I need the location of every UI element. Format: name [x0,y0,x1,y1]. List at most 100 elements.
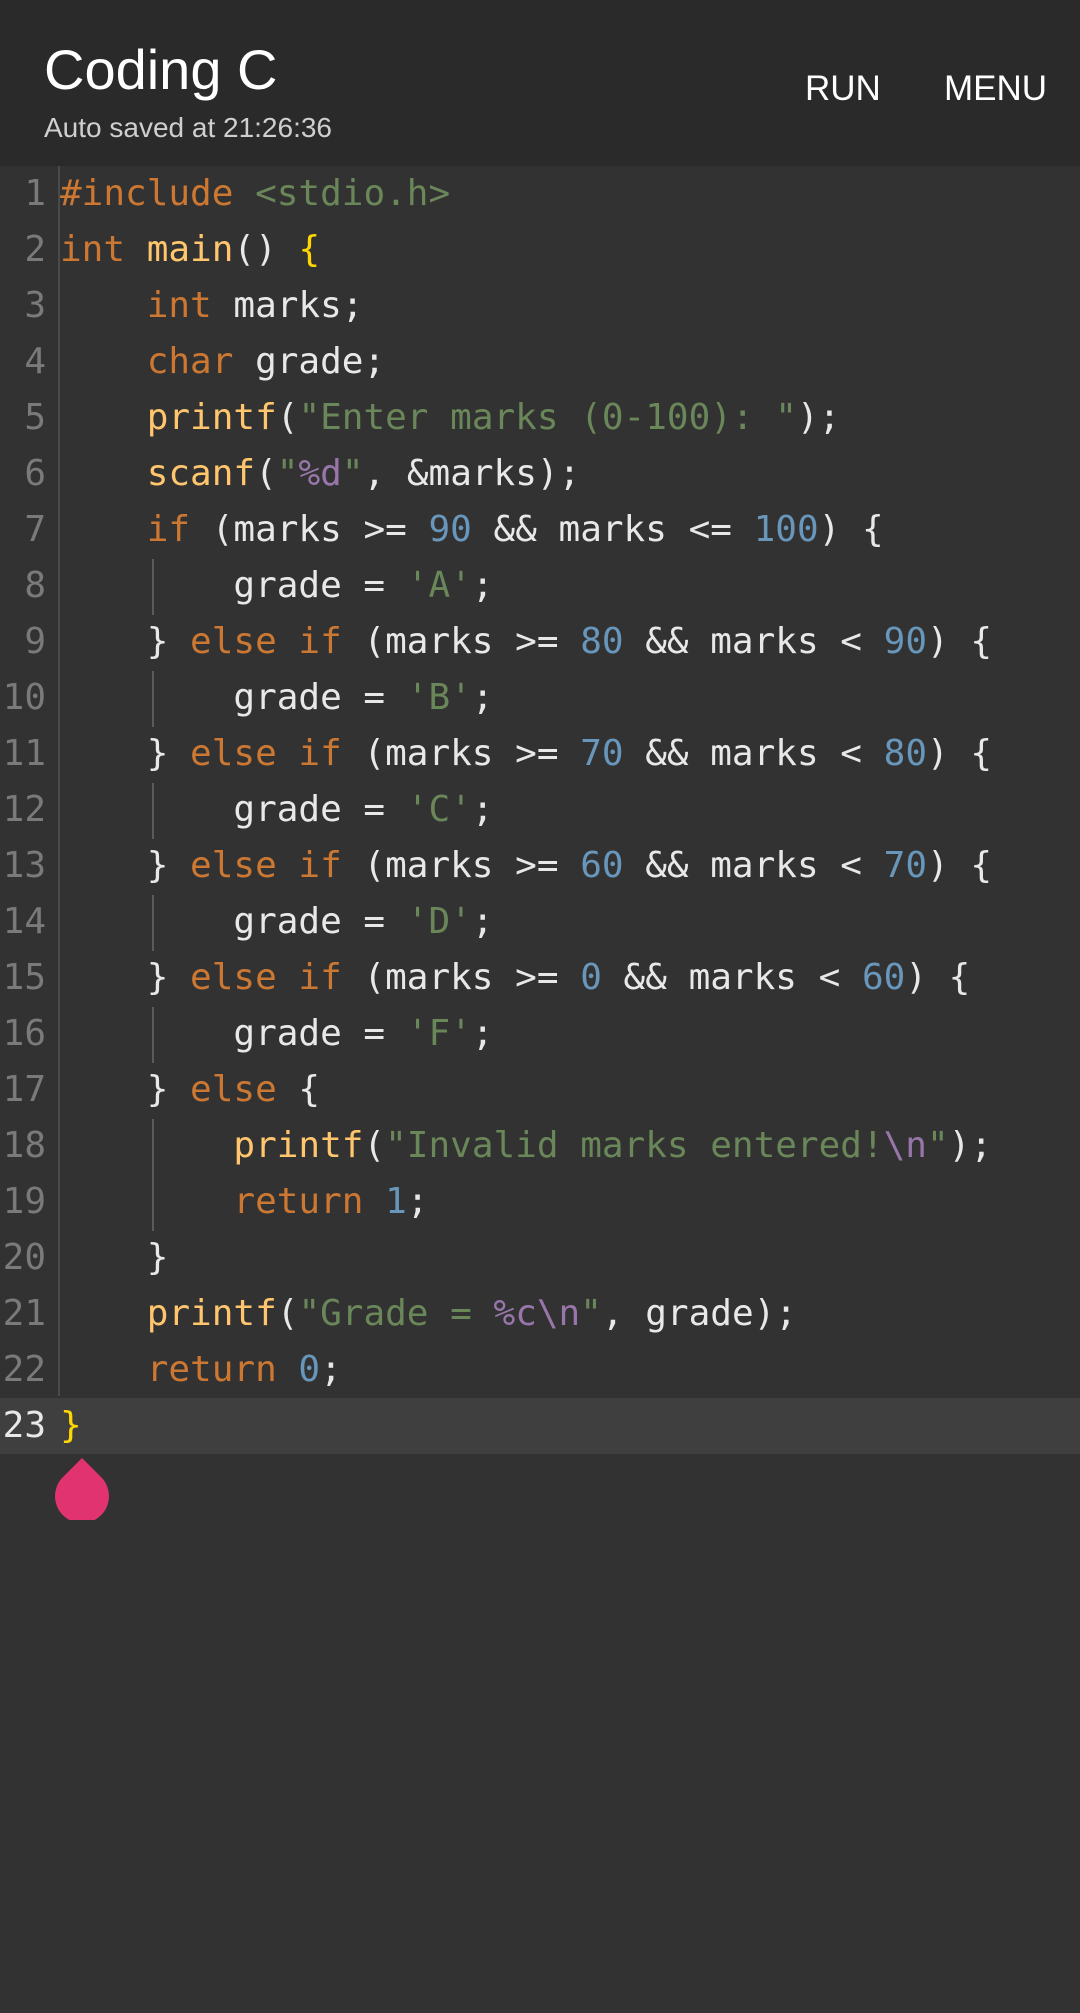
code-token: ); [948,1125,993,1166]
line-number: 20 [2,1237,46,1278]
code-text: return 1; [60,1174,428,1230]
code-line[interactable]: 22 return 0; [0,1342,1080,1398]
code-text: scanf("%d", &marks); [60,446,581,502]
code-token: 0 [580,957,602,998]
code-token: if [146,509,212,550]
line-number: 12 [2,789,46,830]
line-number: 7 [24,509,46,550]
code-token: 70 [883,845,927,886]
line-number: 22 [2,1349,46,1390]
line-number: 17 [2,1069,46,1110]
code-token: () [233,229,299,270]
code-token: && marks < [623,621,884,662]
run-button[interactable]: RUN [805,66,881,112]
line-number: 8 [24,565,46,606]
code-text: printf("Invalid marks entered!\n"); [60,1118,992,1174]
code-token: ( [363,1125,386,1166]
code-token: marks; [233,285,364,326]
code-token: else if [190,845,364,886]
code-text: printf("Enter marks (0-100): "); [60,390,841,446]
line-number: 10 [2,677,46,718]
code-token: printf [146,1293,277,1334]
code-token: \n [883,1125,927,1166]
code-line[interactable]: 18 printf("Invalid marks entered!\n"); [0,1118,1080,1174]
code-token: && marks < [623,845,884,886]
code-line[interactable]: 16 grade = 'F'; [0,1006,1080,1062]
code-token: return [233,1181,386,1222]
code-token: grade = [60,789,407,830]
code-token: 90 [428,509,472,550]
text-cursor-handle-icon[interactable] [55,1458,109,1524]
code-line[interactable]: 3 int marks; [0,278,1080,334]
code-token: ; [471,901,494,942]
code-token: %d [298,453,342,494]
code-line[interactable]: 1 #include <stdio.h> [0,166,1080,222]
code-line[interactable]: 23} [0,1398,1080,1454]
code-token: 100 [753,509,819,550]
code-line[interactable]: 15 } else if (marks >= 0 && marks < 60) … [0,950,1080,1006]
code-token: 0 [298,1349,321,1390]
code-line[interactable]: 10 grade = 'B'; [0,670,1080,726]
line-number: 21 [2,1293,46,1334]
autosave-status: Auto saved at 21:26:36 [44,112,332,143]
code-token: && marks < [623,733,884,774]
code-token: 70 [580,733,624,774]
code-token: } [60,1069,191,1110]
code-line[interactable]: 7 if (marks >= 90 && marks <= 100) { [0,502,1080,558]
code-text: } else if (marks >= 0 && marks < 60) { [60,950,971,1006]
code-token: } [60,957,191,998]
code-token: scanf [146,453,256,494]
code-token: 'C' [406,789,472,830]
line-number: 15 [2,957,46,998]
code-line[interactable]: 5 printf("Enter marks (0-100): "); [0,390,1080,446]
code-token: grade = [60,677,407,718]
code-line[interactable]: 6 scanf("%d", &marks); [0,446,1080,502]
code-token: printf [233,1125,364,1166]
line-number: 3 [24,285,46,326]
code-line[interactable]: 2 int main() { [0,222,1080,278]
code-line[interactable]: 11 } else if (marks >= 70 && marks < 80)… [0,726,1080,782]
code-text: int main() { [60,222,320,278]
line-number: 4 [24,341,46,382]
line-number: 14 [2,901,46,942]
menu-button[interactable]: MENU [944,66,1047,112]
code-token: (marks >= [363,621,581,662]
code-token: ; [471,565,494,606]
code-line[interactable]: 13 } else if (marks >= 60 && marks < 70)… [0,838,1080,894]
code-token: 90 [883,621,927,662]
code-line[interactable]: 17 } else { [0,1062,1080,1118]
code-line[interactable]: 20 } [0,1230,1080,1286]
code-line[interactable]: 21 printf("Grade = %c\n", grade); [0,1286,1080,1342]
code-token: int [60,229,147,270]
code-token: grade = [60,1013,407,1054]
code-text: grade = 'A'; [60,558,494,614]
code-text: } else { [60,1062,320,1118]
code-token: { [298,229,321,270]
code-token: ( [276,1293,299,1334]
line-number: 5 [24,397,46,438]
code-line[interactable]: 4 char grade; [0,334,1080,390]
code-line[interactable]: 19 return 1; [0,1174,1080,1230]
code-token: grade; [255,341,386,382]
code-line[interactable]: 9 } else if (marks >= 80 && marks < 90) … [0,614,1080,670]
code-token: "Invalid marks entered! [385,1125,884,1166]
code-line[interactable]: 12 grade = 'C'; [0,782,1080,838]
code-token: "Grade = [298,1293,494,1334]
line-number: 18 [2,1125,46,1166]
code-token: } [60,621,191,662]
code-token: ; [471,789,494,830]
line-number: 1 [24,173,46,214]
code-token: 'B' [406,677,472,718]
code-line[interactable]: 14 grade = 'D'; [0,894,1080,950]
code-token: " [926,1125,949,1166]
line-number: 2 [24,229,46,270]
code-line[interactable]: 8 grade = 'A'; [0,558,1080,614]
code-editor[interactable]: 1 #include <stdio.h> 2 int main() {3 int ma… [0,166,1080,2013]
code-text: grade = 'B'; [60,670,493,726]
code-token: ( [255,453,277,494]
